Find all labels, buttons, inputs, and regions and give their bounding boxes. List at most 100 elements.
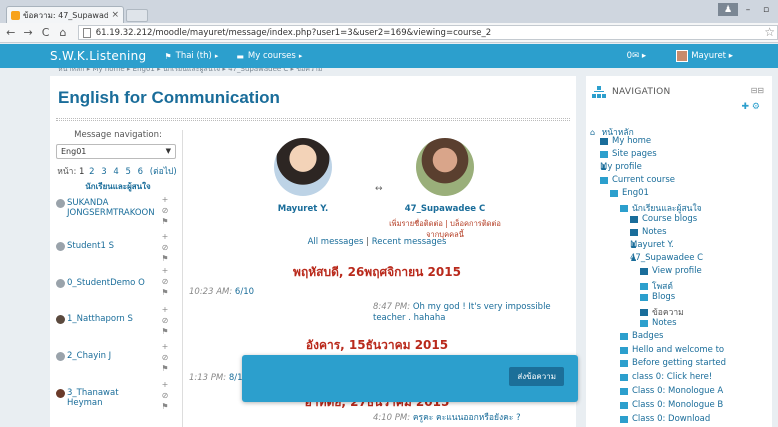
contact-link[interactable]: 2_Chayin J — [56, 351, 156, 361]
flag-contact-icon[interactable]: ⚑ — [159, 363, 171, 374]
message-time: 10:23 AM: — [189, 287, 233, 297]
envelope-icon: ✉ — [632, 51, 640, 61]
recent-messages-link[interactable]: Recent messages — [372, 237, 447, 247]
contact-link[interactable]: 3_Thanawat Heyman — [56, 388, 156, 408]
course-select[interactable]: Eng01 ▼ — [56, 144, 176, 159]
block-contact-icon[interactable]: ⊘ — [159, 242, 171, 253]
add-contact-icon[interactable]: + — [159, 304, 171, 315]
block-contact-icon[interactable]: ⊘ — [159, 276, 171, 287]
nav-item-eng01[interactable]: Eng01 — [610, 188, 649, 198]
block-contact-icon[interactable]: ⊘ — [159, 205, 171, 216]
user-icon — [56, 352, 65, 361]
navigation-block: NAVIGATION ⊟⊟ ✚ ⚙ ⌂ หน้าหลัก My home Sit… — [586, 76, 772, 427]
minimize-icon[interactable]: – — [740, 3, 756, 16]
nav-item-posts[interactable]: โพสต์ — [640, 279, 673, 293]
nav-item-section[interactable]: Before getting started — [620, 358, 726, 368]
contact-name: 3_Thanawat Heyman — [67, 388, 119, 408]
add-contact-icon[interactable]: + — [159, 265, 171, 276]
nav-item-site-pages[interactable]: Site pages — [600, 149, 657, 159]
forward-arrow-icon[interactable]: → — [21, 26, 34, 39]
all-messages-link[interactable]: All messages — [308, 237, 364, 247]
reload-icon[interactable]: C — [39, 26, 52, 39]
current-user-name[interactable]: Mayuret Y. — [253, 204, 353, 214]
add-contact-icon[interactable]: + — [159, 194, 171, 205]
message-body: 8/1 — [228, 373, 243, 383]
block-contact-icon[interactable]: ⊘ — [159, 390, 171, 401]
message-time: 1:13 PM: — [189, 373, 227, 383]
dock-block-icon[interactable]: ⊟⊟ — [751, 86, 764, 95]
block-contact-icon[interactable]: ⊘ — [159, 352, 171, 363]
bookmark-star-icon[interactable]: ☆ — [764, 25, 775, 39]
close-tab-icon[interactable]: × — [111, 10, 119, 20]
nav-item-user-notes[interactable]: Notes — [640, 318, 677, 328]
nav-item-label: Notes — [652, 318, 677, 328]
nav-item-user-mayuret[interactable]: ♟ Mayuret Y. — [630, 240, 674, 250]
contact-link[interactable]: 1_Natthaporn S — [56, 314, 156, 324]
contact-actions: + ⊘ ⚑ — [159, 379, 171, 412]
nav-item-section[interactable]: Class 0: Download — [620, 414, 710, 424]
nav-item-section[interactable]: Class 0: Monologue B — [620, 400, 723, 410]
contact-name: 0_StudentDemo O — [67, 278, 145, 288]
page-4-link[interactable]: 4 — [113, 167, 118, 177]
new-tab-button[interactable] — [126, 9, 148, 22]
folder-open-icon — [600, 176, 608, 184]
nav-item-course-blogs[interactable]: Course blogs — [630, 214, 697, 224]
add-contact-icon[interactable]: + — [159, 341, 171, 352]
gear-icon[interactable]: ⚙ — [752, 102, 760, 112]
page-5-link[interactable]: 5 — [126, 167, 131, 177]
nav-item-user-supawadee[interactable]: ♟ 47_Supawadee C — [630, 253, 703, 263]
nav-item-notes[interactable]: Notes — [630, 227, 667, 237]
contact-link[interactable]: SUKANDA JONGSERMTRAKOON — [56, 198, 156, 218]
contact-link[interactable]: Student1 S — [56, 241, 156, 251]
next-page-link[interactable]: (ต่อไป) — [150, 167, 177, 177]
block-contact-icon[interactable]: ⊘ — [159, 315, 171, 326]
back-arrow-icon[interactable]: ← — [4, 26, 17, 39]
current-user-avatar[interactable] — [274, 138, 332, 196]
nav-item-current-course[interactable]: Current course — [600, 175, 675, 185]
contact-section-heading: นักเรียนและผู้สนใจ — [85, 182, 151, 191]
nav-item-label: นักเรียนและผู้สนใจ — [632, 204, 702, 214]
browser-user-icon[interactable]: ♟ — [718, 3, 738, 16]
flag-contact-icon[interactable]: ⚑ — [159, 401, 171, 412]
add-icon[interactable]: ✚ — [742, 102, 750, 112]
send-message-button[interactable]: ส่งข้อความ — [509, 367, 564, 386]
nav-item-label: Blogs — [652, 292, 676, 302]
nav-item-section[interactable]: class 0: Click here! — [620, 372, 712, 382]
other-user-avatar[interactable] — [416, 138, 474, 196]
nav-item-badges[interactable]: Badges — [620, 331, 664, 341]
maximize-icon[interactable]: ▫ — [758, 3, 774, 16]
page-3-link[interactable]: 3 — [101, 167, 106, 177]
nav-item-my-profile[interactable]: ♟ My profile — [600, 162, 642, 172]
nav-item-view-profile[interactable]: View profile — [640, 266, 702, 276]
other-user-name[interactable]: 47_Supawadee C — [383, 204, 507, 214]
folder-icon — [620, 346, 628, 354]
contact-link[interactable]: 0_StudentDemo O — [56, 278, 156, 288]
nav-item-section[interactable]: Hello and welcome to — [620, 345, 724, 355]
page-6-link[interactable]: 6 — [138, 167, 143, 177]
nav-item-label: Before getting started — [632, 358, 727, 368]
nav-item-section[interactable]: Class 0: Monologue A — [620, 386, 723, 396]
flag-contact-icon[interactable]: ⚑ — [159, 216, 171, 227]
my-courses-menu[interactable]: ▬ My courses ▸ — [236, 51, 302, 61]
add-contact-icon[interactable]: + — [159, 231, 171, 242]
flag-contact-icon[interactable]: ⚑ — [159, 287, 171, 298]
add-contact-icon[interactable]: + — [159, 379, 171, 390]
flag-contact-icon[interactable]: ⚑ — [159, 253, 171, 264]
nav-item-my-home[interactable]: My home — [600, 136, 651, 146]
nav-item-participants[interactable]: นักเรียนและผู้สนใจ — [620, 201, 702, 215]
page-2-link[interactable]: 2 — [89, 167, 94, 177]
site-brand[interactable]: S.W.K.Listening — [50, 49, 146, 63]
home-icon[interactable]: ⌂ — [56, 26, 69, 39]
browser-tab[interactable]: ข้อความ: 47_Supawadee C × — [6, 6, 124, 23]
messages-menu[interactable]: 0✉ ▸ — [627, 51, 647, 61]
user-menu[interactable]: Mayuret ▸ — [676, 50, 733, 62]
folder-open-icon — [610, 189, 618, 197]
nav-item-messages[interactable]: ข้อความ — [640, 305, 684, 319]
flag-contact-icon[interactable]: ⚑ — [159, 326, 171, 337]
language-menu[interactable]: ⚑ Thai (th) ▸ — [164, 51, 218, 61]
message-sent: 1:13 PM: 8/1 — [189, 373, 243, 383]
chevron-down-icon: ▼ — [165, 147, 171, 155]
nav-item-blogs[interactable]: Blogs — [640, 292, 675, 302]
filter-separator: | — [366, 237, 370, 247]
address-bar[interactable]: 61.19.32.212/moodle/mayuret/message/inde… — [77, 25, 778, 40]
